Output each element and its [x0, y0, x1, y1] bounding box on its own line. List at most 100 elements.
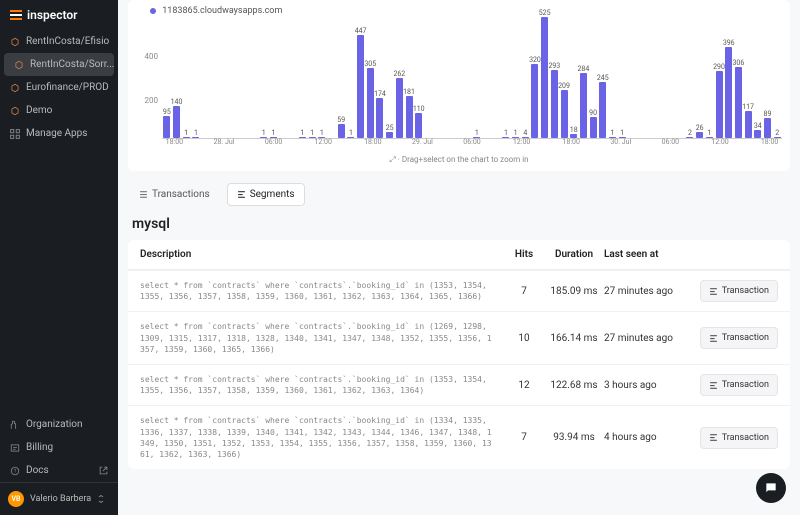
chart-bar[interactable]: 25	[386, 132, 393, 138]
sidebar-app-item[interactable]: Demo	[0, 99, 118, 122]
chart-bar-label: 1	[184, 129, 188, 137]
chart-bar[interactable]: 4	[522, 137, 529, 139]
chart-x-tick: 12:00	[513, 138, 530, 146]
chart-bar[interactable]: 117	[745, 111, 752, 138]
sidebar-app-label: Eurofinance/PROD	[26, 82, 109, 93]
chart-x-tick: 18:00	[562, 138, 579, 146]
chart-bar[interactable]: 262	[396, 78, 403, 138]
chart-hint: ⤢ · Drag+select on the chart to zoom in	[136, 153, 782, 165]
chart-bar-label: 117	[742, 103, 754, 111]
chart-bar[interactable]: 1	[299, 137, 306, 139]
chart-bar[interactable]: 1	[619, 137, 626, 139]
chart-bar[interactable]: 89	[764, 118, 771, 139]
sidebar-app-item[interactable]: RentInCosta/Efisio	[0, 30, 118, 53]
chart-bar[interactable]: 447	[357, 35, 364, 138]
chart-bar-label: 1	[707, 129, 711, 137]
chart-bar-label: 2	[775, 129, 779, 137]
chart-bar-label: 90	[589, 109, 597, 117]
transaction-button[interactable]: Transaction	[700, 374, 778, 396]
chart-bar[interactable]: 1	[706, 137, 713, 139]
chart-bar[interactable]: 1	[270, 137, 277, 139]
app-icon	[10, 106, 20, 116]
avatar: VB	[8, 491, 24, 507]
transaction-button-label: Transaction	[722, 433, 769, 443]
chart-bar[interactable]: 1	[609, 137, 616, 139]
chart-bar[interactable]: 1	[318, 137, 325, 139]
sidebar-item-organization[interactable]: Organization	[0, 413, 118, 436]
sidebar-app-item[interactable]: RentInCosta/Sorr...	[4, 53, 114, 76]
chart-bar[interactable]: 290	[716, 71, 723, 138]
chart-bar[interactable]: 245	[599, 82, 606, 138]
chart-bar[interactable]: 306	[735, 67, 742, 138]
chart-bar[interactable]: 525	[541, 17, 548, 138]
list-icon	[139, 190, 148, 199]
chart-bar[interactable]: 110	[415, 113, 422, 138]
chart-bar[interactable]: 90	[590, 117, 597, 138]
chart-x-tick: 28. Jul	[214, 138, 235, 146]
sidebar-manage-label: Manage Apps	[26, 128, 87, 139]
chart-bar[interactable]: 34	[754, 130, 761, 138]
chart-bar[interactable]: 1	[309, 137, 316, 139]
chat-fab[interactable]	[756, 473, 786, 503]
chart-bar[interactable]: 1	[512, 137, 519, 139]
chart-bar[interactable]: 2	[686, 137, 693, 139]
th-last-seen[interactable]: Last seen at	[604, 249, 694, 260]
chart-bar[interactable]: 181	[406, 96, 413, 138]
th-description[interactable]: Description	[140, 249, 504, 260]
cell-duration: 122.68 ms	[544, 380, 604, 391]
th-hits[interactable]: Hits	[504, 249, 544, 260]
chart-bar-label: 95	[163, 108, 171, 116]
transaction-button[interactable]: Transaction	[700, 327, 778, 349]
chart-bar-label: 110	[413, 105, 425, 113]
sidebar-manage-apps[interactable]: Manage Apps	[0, 122, 118, 145]
sidebar-app-item[interactable]: Eurofinance/PROD	[0, 76, 118, 99]
sidebar-app-label: RentInCosta/Sorr...	[30, 59, 114, 70]
chart-x-tick: 12:00	[314, 138, 331, 146]
chart-bar[interactable]: 209	[561, 90, 568, 138]
chart-bar[interactable]: 1	[502, 137, 509, 139]
tab-transactions[interactable]: Transactions	[130, 183, 219, 206]
chart-bar[interactable]: 1	[473, 137, 480, 139]
chart-legend[interactable]: 1183865.cloudwaysapps.com	[136, 4, 782, 18]
chart-bar[interactable]: 293	[551, 70, 558, 138]
chart-x-tick: 30. Jul	[610, 138, 631, 146]
chart-bar[interactable]: 59	[338, 124, 345, 138]
zoom-icon: ⤢ ·	[389, 155, 401, 164]
chart-bar-label: 320	[529, 56, 541, 64]
th-duration[interactable]: Duration	[544, 249, 604, 260]
chart-bar-label: 25	[386, 124, 394, 132]
chart-bar-label: 1	[262, 129, 266, 137]
chart-bar[interactable]: 320	[531, 64, 538, 138]
user-menu[interactable]: VB Valerio Barbera	[0, 482, 118, 515]
chart-bar[interactable]: 18	[570, 134, 577, 138]
chart-bar[interactable]: 396	[725, 47, 732, 138]
chart-bar[interactable]: 2	[774, 137, 781, 139]
chart-bar[interactable]: 26	[696, 132, 703, 138]
chart-bar[interactable]: 1	[192, 137, 199, 139]
chart[interactable]: 400200 18:0028. Jul06:0012:0018:0029. Ju…	[136, 18, 782, 153]
chart-bar[interactable]: 1	[260, 137, 267, 139]
chart-plot-area[interactable]: 18:0028. Jul06:0012:0018:0029. Jul06:001…	[162, 18, 782, 139]
brand-logo[interactable]: inspector	[0, 0, 118, 30]
chart-bar[interactable]: 284	[580, 73, 587, 138]
chart-bar-label: 1	[320, 129, 324, 137]
chart-bar[interactable]: 174	[376, 98, 383, 138]
tab-segments[interactable]: Segments	[227, 183, 305, 206]
chart-bar[interactable]: 95	[163, 116, 170, 138]
sidebar-item-docs[interactable]: ?Docs	[0, 459, 118, 482]
docs-icon: ?	[10, 466, 20, 476]
transaction-button[interactable]: Transaction	[700, 427, 778, 449]
chart-bar[interactable]: 140	[173, 106, 180, 138]
chart-bar[interactable]: 305	[367, 68, 374, 138]
chart-bar-label: 293	[548, 62, 560, 70]
table-row: select * from `contracts` where `contrac…	[128, 364, 790, 405]
chart-bar[interactable]: 1	[183, 137, 190, 139]
transaction-button[interactable]: Transaction	[700, 280, 778, 302]
chart-bar[interactable]: 1	[347, 137, 354, 139]
sidebar-item-billing[interactable]: Billing	[0, 436, 118, 459]
table-row: select * from `contracts` where `contrac…	[128, 405, 790, 469]
app-icon	[10, 37, 20, 47]
user-menu-chevron-icon	[97, 495, 105, 503]
chart-bar-label: 1	[301, 129, 305, 137]
chart-x-tick: 06:00	[662, 138, 679, 146]
